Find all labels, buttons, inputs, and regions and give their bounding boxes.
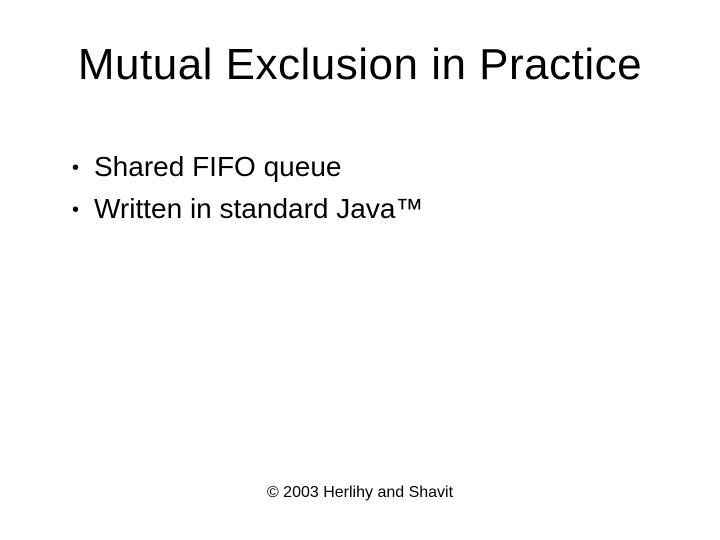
- slide-footer: © 2003 Herlihy and Shavit: [0, 484, 720, 502]
- bullet-text: Shared FIFO queue: [94, 148, 660, 186]
- slide: Mutual Exclusion in Practice • Shared FI…: [0, 0, 720, 540]
- bullet-icon: •: [72, 197, 94, 224]
- list-item: • Written in standard Java™: [72, 190, 660, 228]
- bullet-list: • Shared FIFO queue • Written in standar…: [72, 148, 660, 232]
- slide-title: Mutual Exclusion in Practice: [0, 40, 720, 90]
- bullet-text: Written in standard Java™: [94, 190, 660, 228]
- bullet-icon: •: [72, 155, 94, 182]
- list-item: • Shared FIFO queue: [72, 148, 660, 186]
